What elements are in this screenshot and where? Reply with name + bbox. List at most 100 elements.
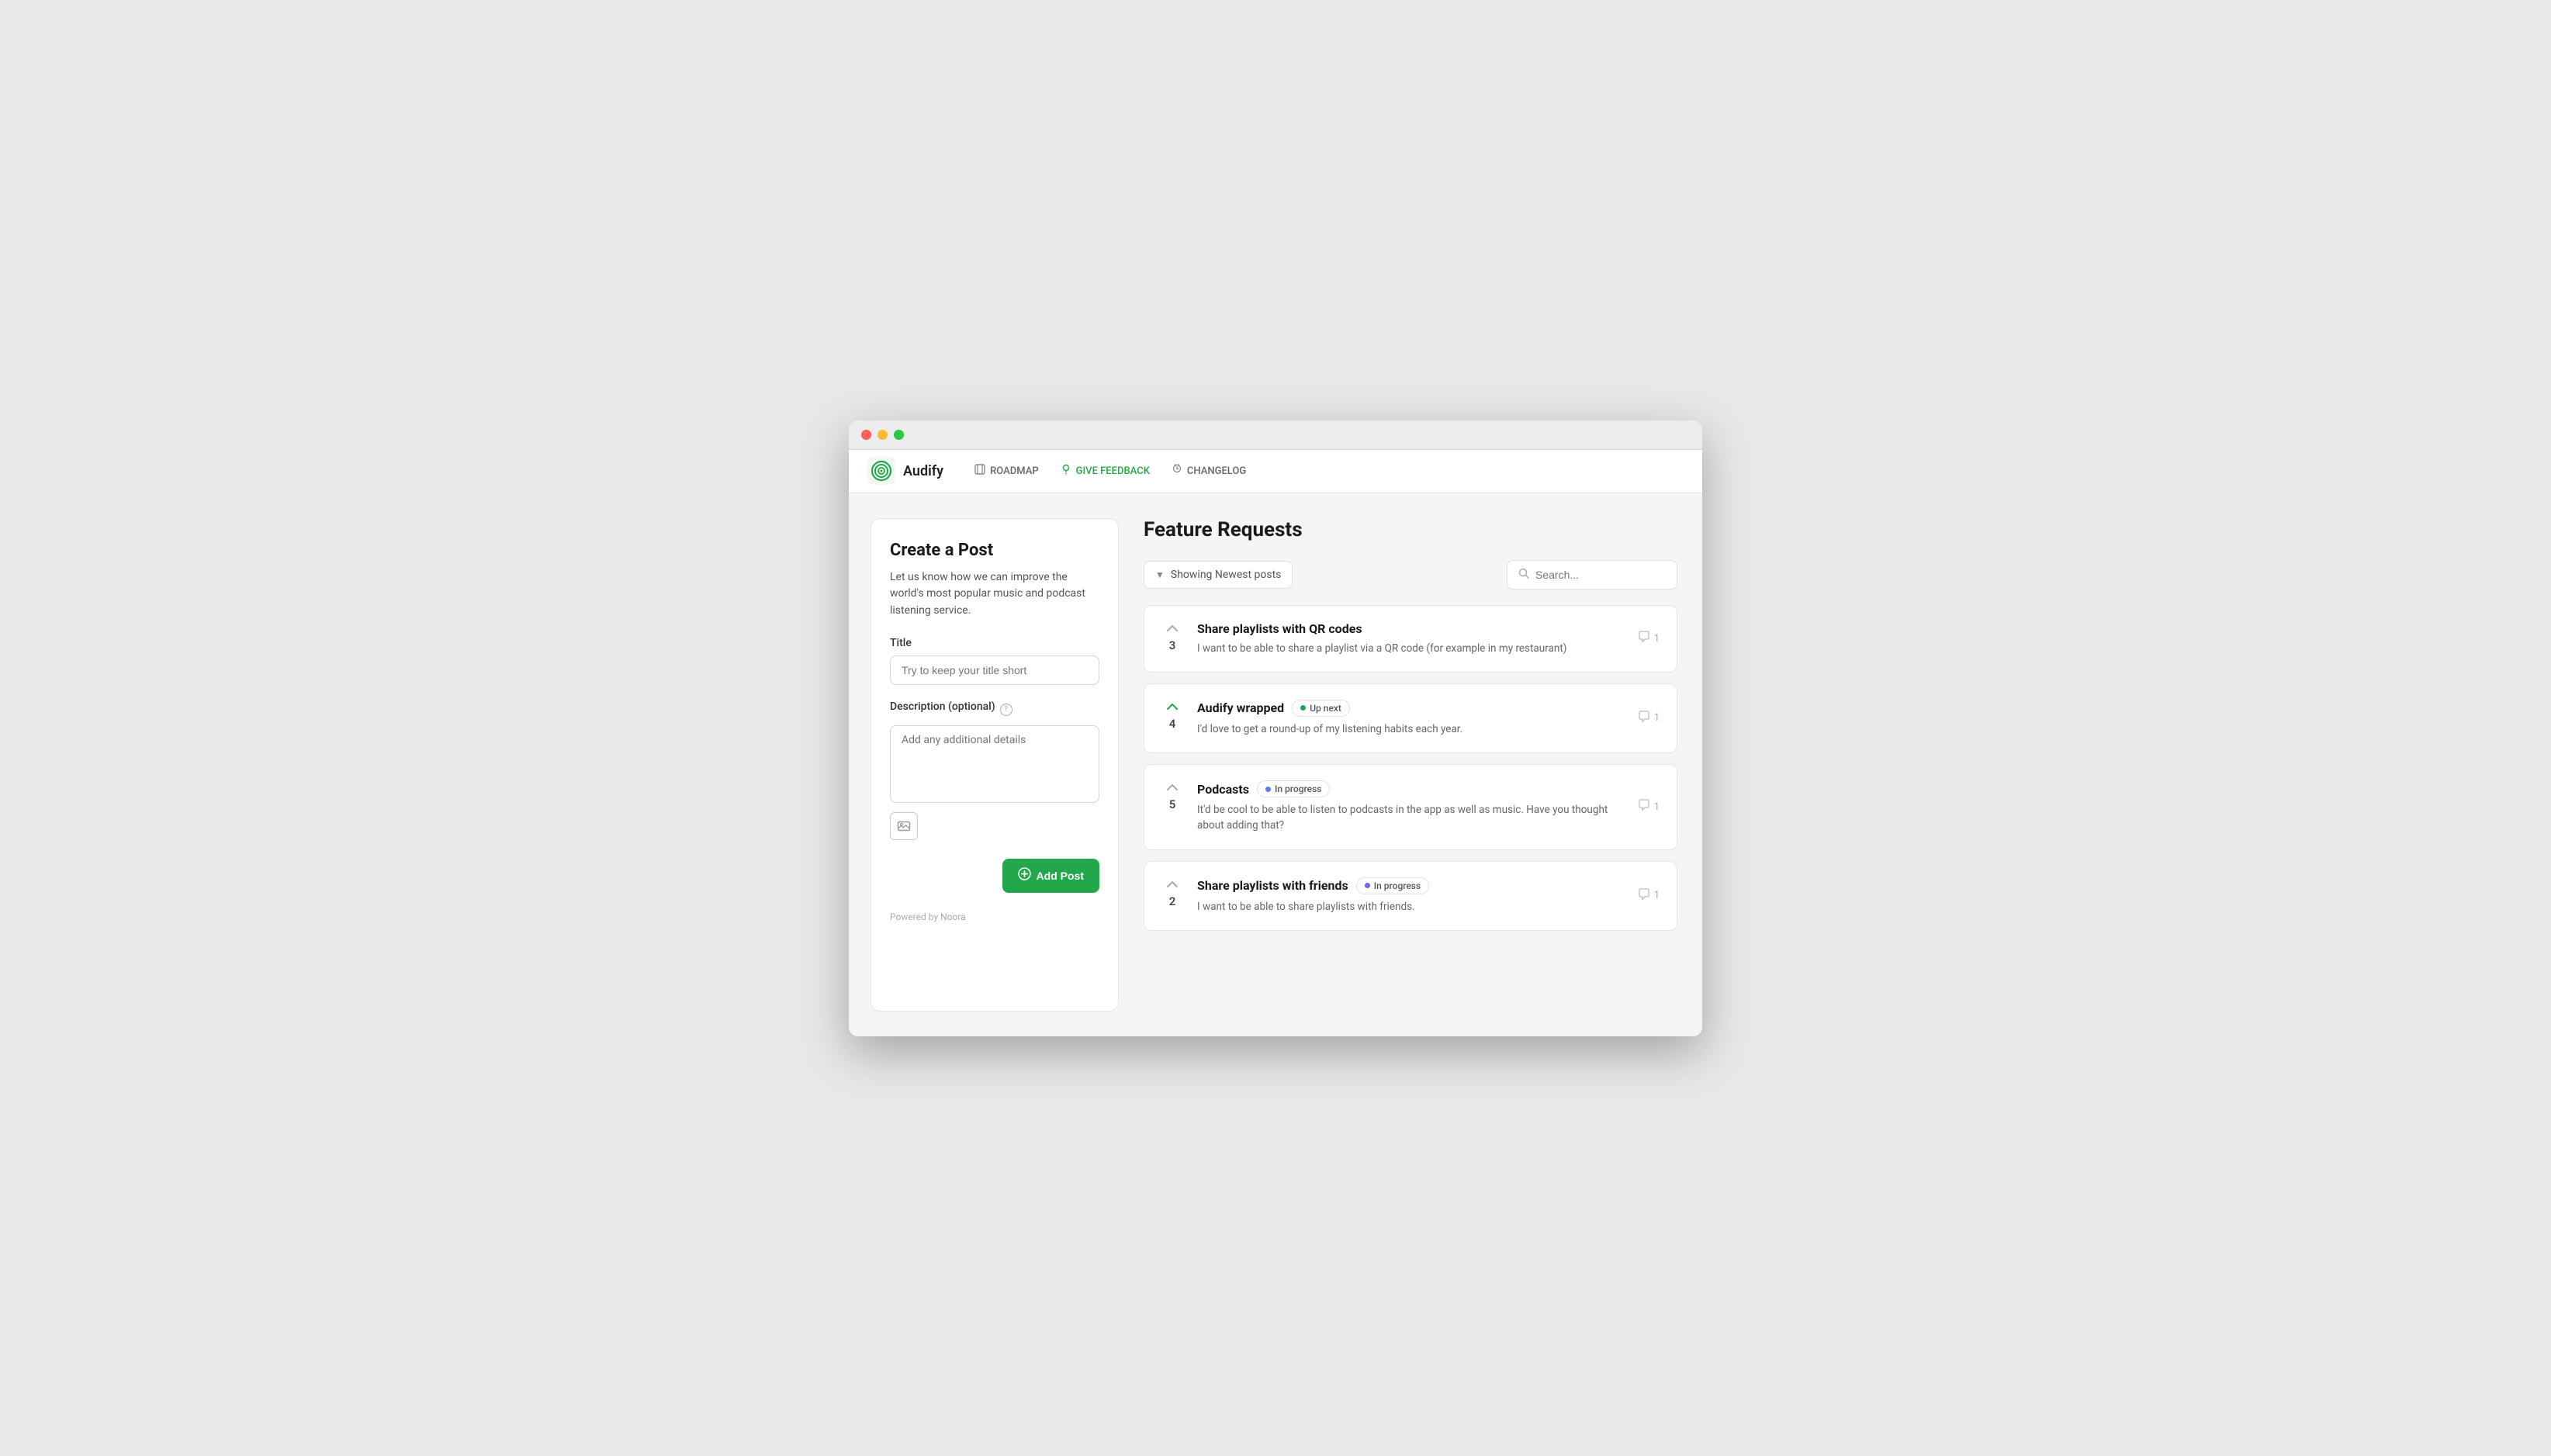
search-box <box>1507 560 1677 590</box>
post-body: Share playlists with QR codes I want to … <box>1197 621 1624 656</box>
post-title-row: Podcasts In progress <box>1197 780 1624 797</box>
post-card: 4 Audify wrapped Up next I'd love to get… <box>1144 683 1677 753</box>
comment-count: 1 <box>1654 712 1660 724</box>
vote-count: 2 <box>1169 894 1176 908</box>
chevron-up-icon <box>1167 703 1178 711</box>
description-textarea[interactable] <box>890 725 1099 803</box>
vote-up-button[interactable] <box>1165 621 1179 635</box>
create-post-title: Create a Post <box>890 541 1099 560</box>
status-dot <box>1365 883 1370 888</box>
post-title: Share playlists with QR codes <box>1197 621 1362 636</box>
nav-links: ROADMAP GIVE FEEDBACK <box>974 464 1246 478</box>
vote-up-button[interactable] <box>1165 700 1179 714</box>
traffic-light-red[interactable] <box>861 430 871 440</box>
comment-count: 1 <box>1654 890 1660 901</box>
post-body: Audify wrapped Up next I'd love to get a… <box>1197 700 1624 737</box>
traffic-light-yellow[interactable] <box>877 430 888 440</box>
post-title-row: Share playlists with QR codes <box>1197 621 1624 636</box>
status-badge: In progress <box>1356 877 1429 894</box>
post-comments[interactable]: 1 <box>1638 711 1660 726</box>
vote-section: 5 <box>1161 780 1183 811</box>
description-label-row: Description (optional) ? <box>890 700 1099 719</box>
post-excerpt: I want to be able to share a playlist vi… <box>1197 641 1624 656</box>
audify-logo-icon <box>867 457 895 485</box>
status-dot <box>1300 705 1306 711</box>
feature-requests-panel: Feature Requests ▼ Showing Newest posts <box>1144 518 1677 1012</box>
traffic-light-green[interactable] <box>894 430 904 440</box>
vote-count: 4 <box>1169 717 1176 731</box>
status-label: In progress <box>1275 783 1321 794</box>
vote-up-button[interactable] <box>1165 877 1179 891</box>
post-excerpt: I'd love to get a round-up of my listeni… <box>1197 721 1624 737</box>
vote-count: 3 <box>1169 638 1176 652</box>
roadmap-icon <box>974 464 985 478</box>
vote-section: 2 <box>1161 877 1183 908</box>
powered-by: Powered by Noora <box>890 911 1099 922</box>
post-card: 2 Share playlists with friends In progre… <box>1144 861 1677 931</box>
comment-icon <box>1638 888 1650 904</box>
chevron-up-icon <box>1167 783 1178 791</box>
status-label: In progress <box>1374 880 1421 891</box>
browser-window: Audify ROADMAP <box>849 420 1702 1036</box>
comment-count: 1 <box>1654 801 1660 813</box>
status-badge: Up next <box>1292 700 1350 717</box>
post-excerpt: I want to be able to share playlists wit… <box>1197 899 1624 915</box>
comment-count: 1 <box>1654 633 1660 645</box>
add-post-label: Add Post <box>1037 870 1084 882</box>
image-upload-button[interactable] <box>890 812 918 840</box>
post-title: Podcasts <box>1197 782 1249 797</box>
comment-icon <box>1638 799 1650 814</box>
create-post-panel: Create a Post Let us know how we can imp… <box>871 518 1119 1012</box>
plus-circle-icon <box>1018 867 1031 884</box>
vote-section: 4 <box>1161 700 1183 731</box>
posts-list: 3 Share playlists with QR codes I want t… <box>1144 605 1677 931</box>
image-upload-area <box>890 812 1099 840</box>
page-content: Create a Post Let us know how we can imp… <box>849 493 1702 1036</box>
status-dot <box>1265 787 1271 792</box>
description-label: Description (optional) <box>890 700 995 713</box>
nav-feedback-label: GIVE FEEDBACK <box>1076 465 1150 477</box>
changelog-icon <box>1172 464 1182 478</box>
nav-roadmap-label: ROADMAP <box>990 465 1039 477</box>
post-title: Audify wrapped <box>1197 700 1284 715</box>
search-icon <box>1518 568 1529 582</box>
filter-search-row: ▼ Showing Newest posts <box>1144 560 1677 590</box>
create-post-description: Let us know how we can improve the world… <box>890 569 1099 620</box>
add-post-button[interactable]: Add Post <box>1002 859 1099 893</box>
post-card: 3 Share playlists with QR codes I want t… <box>1144 605 1677 673</box>
post-comments[interactable]: 1 <box>1638 888 1660 904</box>
vote-up-button[interactable] <box>1165 780 1179 794</box>
post-body: Podcasts In progress It'd be cool to be … <box>1197 780 1624 834</box>
title-label: Title <box>890 637 1099 649</box>
post-title-row: Share playlists with friends In progress <box>1197 877 1624 894</box>
status-badge: In progress <box>1257 780 1330 797</box>
chevron-up-icon <box>1167 624 1178 632</box>
nav-link-changelog[interactable]: CHANGELOG <box>1172 464 1246 478</box>
nav-changelog-label: CHANGELOG <box>1187 465 1246 477</box>
post-comments[interactable]: 1 <box>1638 631 1660 646</box>
search-input[interactable] <box>1535 569 1666 581</box>
image-icon <box>897 819 911 833</box>
browser-chrome <box>849 420 1702 450</box>
feedback-icon <box>1061 464 1071 478</box>
post-title: Share playlists with friends <box>1197 878 1348 893</box>
post-body: Share playlists with friends In progress… <box>1197 877 1624 915</box>
post-excerpt: It'd be cool to be able to listen to pod… <box>1197 802 1624 834</box>
logo-area[interactable]: Audify <box>867 457 943 485</box>
help-icon[interactable]: ? <box>1000 704 1012 716</box>
status-label: Up next <box>1310 703 1341 714</box>
vote-count: 5 <box>1169 797 1176 811</box>
vote-section: 3 <box>1161 621 1183 652</box>
nav-link-roadmap[interactable]: ROADMAP <box>974 464 1039 478</box>
logo-text: Audify <box>903 463 943 479</box>
filter-label: Showing Newest posts <box>1171 569 1282 581</box>
nav-link-give-feedback[interactable]: GIVE FEEDBACK <box>1061 464 1150 478</box>
filter-chevron-icon: ▼ <box>1155 569 1165 580</box>
title-input[interactable] <box>890 655 1099 685</box>
comment-icon <box>1638 711 1650 726</box>
post-card: 5 Podcasts In progress It'd be cool to b… <box>1144 764 1677 850</box>
filter-dropdown[interactable]: ▼ Showing Newest posts <box>1144 561 1293 589</box>
feature-requests-title: Feature Requests <box>1144 518 1677 541</box>
navbar: Audify ROADMAP <box>849 450 1702 493</box>
post-comments[interactable]: 1 <box>1638 799 1660 814</box>
